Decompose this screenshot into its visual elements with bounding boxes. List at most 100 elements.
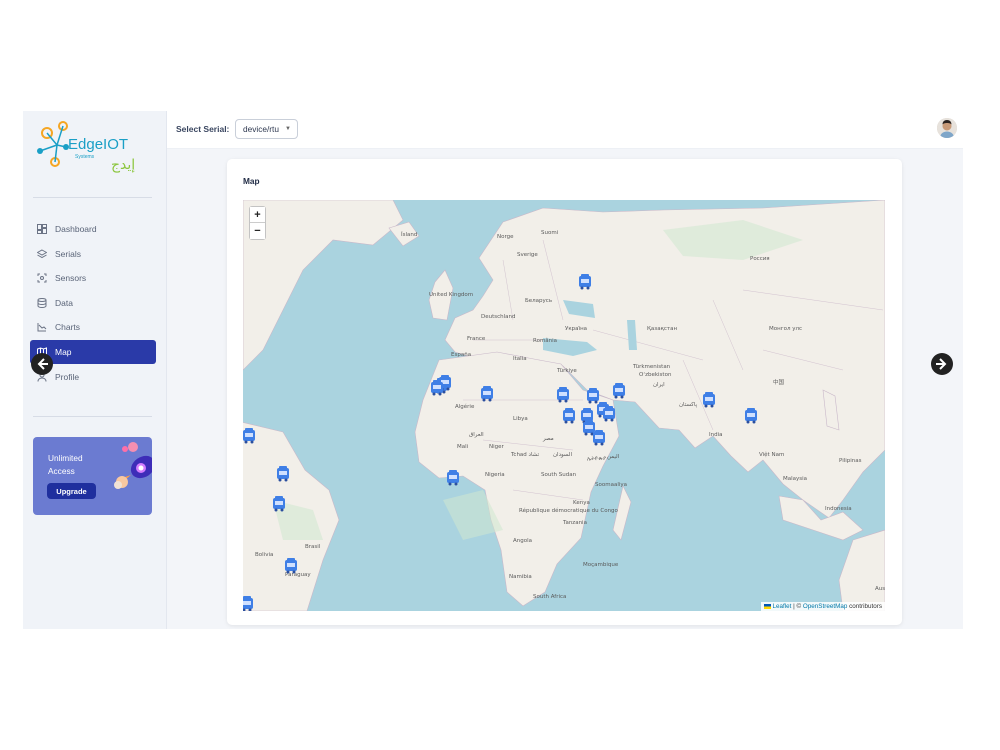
map-label: Oʻzbekiston [639,371,672,378]
ukraine-flag-icon [763,603,771,609]
map-label: Tchad تشاد [510,452,540,458]
app-window: EdgeIOT Systems إيدج Dashboard Serials S… [23,111,963,629]
map-label: Algérie [455,403,475,410]
sidebar-item-data[interactable]: Data [30,291,156,315]
map-attribution: Leaflet | © OpenStreetMap contributors [760,602,885,611]
map-label: Moçambique [583,562,619,568]
map-label: République démocratique du Congo [519,507,619,514]
rocket-illustration [114,442,152,489]
sidebar-item-label: Charts [55,322,81,333]
sensor-icon [36,273,47,284]
map-label: Sverige [517,252,538,258]
upgrade-text: Unlimited Access [48,453,83,476]
map-label: Türkiye [556,368,577,374]
map-label: Монгол улс [769,326,802,332]
attribution-suffix: contributors [847,603,882,610]
map-tiles: Ísland Norge Sverige Suomi Россия United King… [243,200,885,611]
dashboard-icon [36,224,47,235]
map-card: Map Ísland Norge Sverige Suomi Россия Un… [227,159,902,625]
zoom-out-button[interactable]: − [250,223,265,239]
edgeiot-logo: EdgeIOT Systems إيدج [37,121,135,173]
map-label: Soomaaliya [595,482,627,488]
map-label: Brasil [305,544,321,550]
map-label: Bolivia [255,552,273,558]
sidebar-item-label: Dashboard [55,224,97,234]
map-label: پاکستان [679,401,698,408]
map-label: Namibia [509,574,532,580]
next-arrow-button[interactable] [931,353,953,375]
serial-label: Select Serial: [176,124,230,134]
upgrade-button[interactable]: Upgrade [47,483,96,499]
map-label: اليمن [607,454,620,460]
zoom-control: + − [249,206,266,240]
svg-text:Systems: Systems [75,154,95,160]
arrow-right-icon [936,358,947,370]
map-label: South Africa [533,594,566,600]
map-label: Tanzania [562,520,587,526]
map-label: Россия [750,256,770,262]
svg-text:EdgeIOT: EdgeIOT [68,136,128,153]
map-label: South Sudan [541,472,577,478]
arrow-left-icon [37,358,48,370]
previous-arrow-button[interactable] [31,353,53,375]
map-title: Map [243,176,260,186]
map-label: Malaysia [783,476,807,482]
sidebar-item-label: Profile [55,371,80,382]
sidebar-item-label: Sensors [55,273,87,284]
map-label: Беларусь [525,298,552,304]
attribution-separator: | © [791,603,803,610]
map-label: ኢትዮጵያ [587,456,607,462]
device-marker-icon[interactable] [447,470,459,486]
map-label: Việt Nam [759,451,784,458]
world-map[interactable]: Ísland Norge Sverige Suomi Россия United King… [243,200,885,611]
sidebar-divider-top [33,197,152,198]
map-label: Mali [457,444,469,450]
sidebar-item-serials[interactable]: Serials [30,242,156,266]
map-label: France [467,336,486,342]
map-label: España [451,352,471,358]
zoom-in-button[interactable]: + [250,207,265,223]
map-label: 中国 [773,378,785,386]
map-label: مصر [542,436,554,442]
map-label: العراق [469,432,484,438]
sidebar-item-label: Data [55,297,73,308]
map-label: United Kingdom [429,292,473,298]
map-label: Suomi [541,230,559,236]
map-label: Italia [513,356,527,362]
svg-text:إيدج: إيدج [111,157,135,173]
serial-select-value: device/rtu [243,124,279,134]
sidebar-item-sensors[interactable]: Sensors [30,266,156,290]
map-label: Қазақстан [647,326,677,332]
map-label: România [533,337,557,344]
sidebar-item-dashboard[interactable]: Dashboard [30,217,156,241]
serial-select[interactable]: device/rtu ▼ [235,119,298,139]
map-label: ایران [653,382,665,388]
chevron-down-icon: ▼ [285,126,291,132]
map-label: السودان [553,452,572,458]
map-label: Indonesia [825,506,852,512]
map-label: Pilipinas [839,458,862,464]
sidebar-item-label: Map [55,346,72,357]
map-label: Kenya [573,500,590,506]
map-label: Україна [565,326,587,332]
layers-icon [36,248,47,259]
map-label: Ísland [401,231,417,238]
avatar[interactable] [937,118,957,138]
sidebar-item-label: Serials [55,248,81,259]
map-label: Nigeria [485,472,505,478]
database-icon [36,297,47,308]
openstreetmap-link[interactable]: OpenStreetMap [803,603,847,610]
sidebar-divider-bottom [33,416,152,417]
leaflet-link[interactable]: Leaflet [772,603,791,610]
upgrade-card: Unlimited Access Upgrade [33,437,152,515]
map-label: Angola [513,538,532,544]
topbar: Select Serial: device/rtu ▼ [167,111,963,149]
device-marker-icon[interactable] [243,596,253,611]
map-label: India [709,432,723,438]
chart-icon [36,322,47,333]
map-label: Aust [875,586,885,592]
map-label: Deutschland [481,314,516,320]
sidebar-item-charts[interactable]: Charts [30,315,156,339]
map-label: Niger [489,444,505,450]
map-label: Libya [513,416,528,422]
